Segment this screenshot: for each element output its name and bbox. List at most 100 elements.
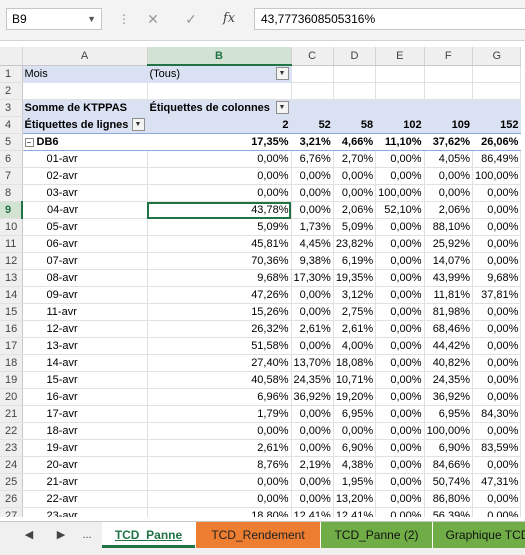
rows-label-cell[interactable]: Étiquettes de lignes ▼ — [22, 116, 148, 134]
value-cell[interactable]: 5,09% — [333, 218, 377, 236]
row-label[interactable]: 09-avr — [22, 286, 148, 304]
row-header[interactable]: 17 — [0, 337, 23, 355]
column-key[interactable]: 109 — [424, 116, 474, 134]
row-label[interactable]: 17-avr — [22, 405, 148, 423]
value-cell[interactable]: 0,00% — [375, 269, 425, 287]
row-header[interactable]: 26 — [0, 490, 23, 508]
row-header[interactable]: 16 — [0, 320, 23, 338]
value-cell[interactable]: 40,82% — [424, 354, 474, 372]
value-cell[interactable]: 24,35% — [424, 371, 474, 389]
column-key[interactable]: 52 — [291, 116, 334, 134]
filter-dropdown-icon[interactable]: ▼ — [275, 67, 289, 80]
value-cell[interactable]: 12,41% — [291, 507, 334, 517]
column-key[interactable]: 102 — [375, 116, 425, 134]
tab-tcd-panne-2[interactable]: TCD_Panne (2) — [320, 522, 432, 548]
value-cell[interactable]: 2,61% — [333, 320, 377, 338]
row-label[interactable]: 19-avr — [22, 439, 148, 457]
value-cell[interactable]: 4,38% — [333, 456, 377, 474]
row-label[interactable]: 21-avr — [22, 473, 148, 491]
value-cell[interactable]: 19,35% — [333, 269, 377, 287]
row-label[interactable]: 11-avr — [22, 303, 148, 321]
row-header[interactable]: 27 — [0, 507, 23, 517]
row-header[interactable]: 20 — [0, 388, 23, 406]
row-header[interactable]: 6 — [0, 150, 23, 168]
value-cell[interactable]: 36,92% — [424, 388, 474, 406]
row-label[interactable]: 06-avr — [22, 235, 148, 253]
value-cell[interactable]: 13,20% — [333, 490, 377, 508]
value-cell[interactable]: 6,96% — [147, 388, 292, 406]
value-cell[interactable]: 0,00% — [375, 371, 425, 389]
row-label[interactable]: 16-avr — [22, 388, 148, 406]
value-cell[interactable]: 47,26% — [147, 286, 292, 304]
row-header[interactable]: 10 — [0, 218, 23, 236]
value-cell[interactable]: 0,00% — [291, 184, 334, 202]
row-label[interactable]: 15-avr — [22, 371, 148, 389]
value-cell[interactable]: 0,00% — [147, 184, 292, 202]
row-label[interactable]: 23-avr — [22, 507, 148, 517]
row-header[interactable]: 23 — [0, 439, 23, 457]
col-header-a[interactable]: A — [22, 47, 148, 66]
value-cell[interactable]: 0,00% — [375, 320, 425, 338]
col-header-g[interactable]: G — [472, 47, 522, 66]
value-cell[interactable]: 2,75% — [333, 303, 377, 321]
value-cell[interactable]: 8,76% — [147, 456, 292, 474]
value-cell[interactable]: 9,68% — [147, 269, 292, 287]
value-cell[interactable]: 0,00% — [375, 337, 425, 355]
group-total[interactable]: 11,10% — [375, 133, 425, 151]
row-label[interactable]: 14-avr — [22, 354, 148, 372]
value-cell[interactable]: 23,82% — [333, 235, 377, 253]
cell[interactable] — [472, 82, 522, 100]
value-cell[interactable]: 0,00% — [472, 252, 522, 270]
value-cell[interactable]: 52,10% — [375, 201, 425, 219]
value-cell[interactable]: 0,00% — [333, 167, 377, 185]
row-header[interactable]: 25 — [0, 473, 23, 491]
row-label[interactable]: 08-avr — [22, 269, 148, 287]
col-header-d[interactable]: D — [333, 47, 377, 66]
value-cell[interactable]: 100,00% — [424, 422, 474, 440]
row-label[interactable]: 05-avr — [22, 218, 148, 236]
value-cell[interactable]: 18,80% — [147, 507, 292, 517]
more-tabs-button[interactable]: ... — [76, 522, 98, 548]
row-label[interactable]: 03-avr — [22, 184, 148, 202]
cell[interactable] — [291, 65, 334, 83]
chevron-down-icon[interactable]: ▼ — [87, 9, 96, 29]
value-cell[interactable]: 45,81% — [147, 235, 292, 253]
value-cell[interactable]: 0,00% — [472, 354, 522, 372]
value-cell[interactable]: 86,80% — [424, 490, 474, 508]
row-header[interactable]: 18 — [0, 354, 23, 372]
row-header[interactable]: 13 — [0, 269, 23, 287]
row-label[interactable]: 12-avr — [22, 320, 148, 338]
value-cell[interactable]: 81,98% — [424, 303, 474, 321]
enter-icon[interactable]: ✓ — [178, 8, 204, 30]
cell[interactable] — [22, 82, 148, 100]
value-cell[interactable]: 0,00% — [375, 473, 425, 491]
row-label[interactable]: 18-avr — [22, 422, 148, 440]
column-key[interactable]: 2 — [147, 116, 292, 134]
formula-input[interactable]: 43,7773608505316% — [254, 8, 525, 30]
row-header[interactable]: 21 — [0, 405, 23, 423]
value-cell[interactable]: 47,31% — [472, 473, 522, 491]
group-total[interactable]: 17,35% — [147, 133, 292, 151]
row-header[interactable]: 22 — [0, 422, 23, 440]
columns-dropdown-icon[interactable]: ▼ — [275, 101, 289, 114]
value-cell[interactable]: 0,00% — [375, 456, 425, 474]
group-total[interactable]: 26,06% — [472, 133, 522, 151]
value-cell[interactable]: 2,61% — [147, 439, 292, 457]
column-key[interactable]: 58 — [333, 116, 377, 134]
value-cell[interactable]: 0,00% — [291, 473, 334, 491]
value-cell[interactable]: 2,61% — [291, 320, 334, 338]
value-cell[interactable]: 70,36% — [147, 252, 292, 270]
value-cell[interactable]: 88,10% — [424, 218, 474, 236]
tab-tcd-rendement[interactable]: TCD_Rendement — [195, 522, 320, 548]
column-key[interactable]: 152 — [472, 116, 522, 134]
cell[interactable] — [333, 65, 377, 83]
value-cell[interactable]: 84,30% — [472, 405, 522, 423]
col-header-f[interactable]: F — [424, 47, 474, 66]
value-cell[interactable]: 11,81% — [424, 286, 474, 304]
insert-function-icon[interactable]: fx — [216, 8, 242, 30]
value-cell[interactable]: 6,95% — [333, 405, 377, 423]
cell[interactable] — [375, 99, 425, 117]
value-cell[interactable]: 0,00% — [291, 490, 334, 508]
value-cell[interactable]: 6,76% — [291, 150, 334, 168]
cell[interactable] — [424, 99, 474, 117]
